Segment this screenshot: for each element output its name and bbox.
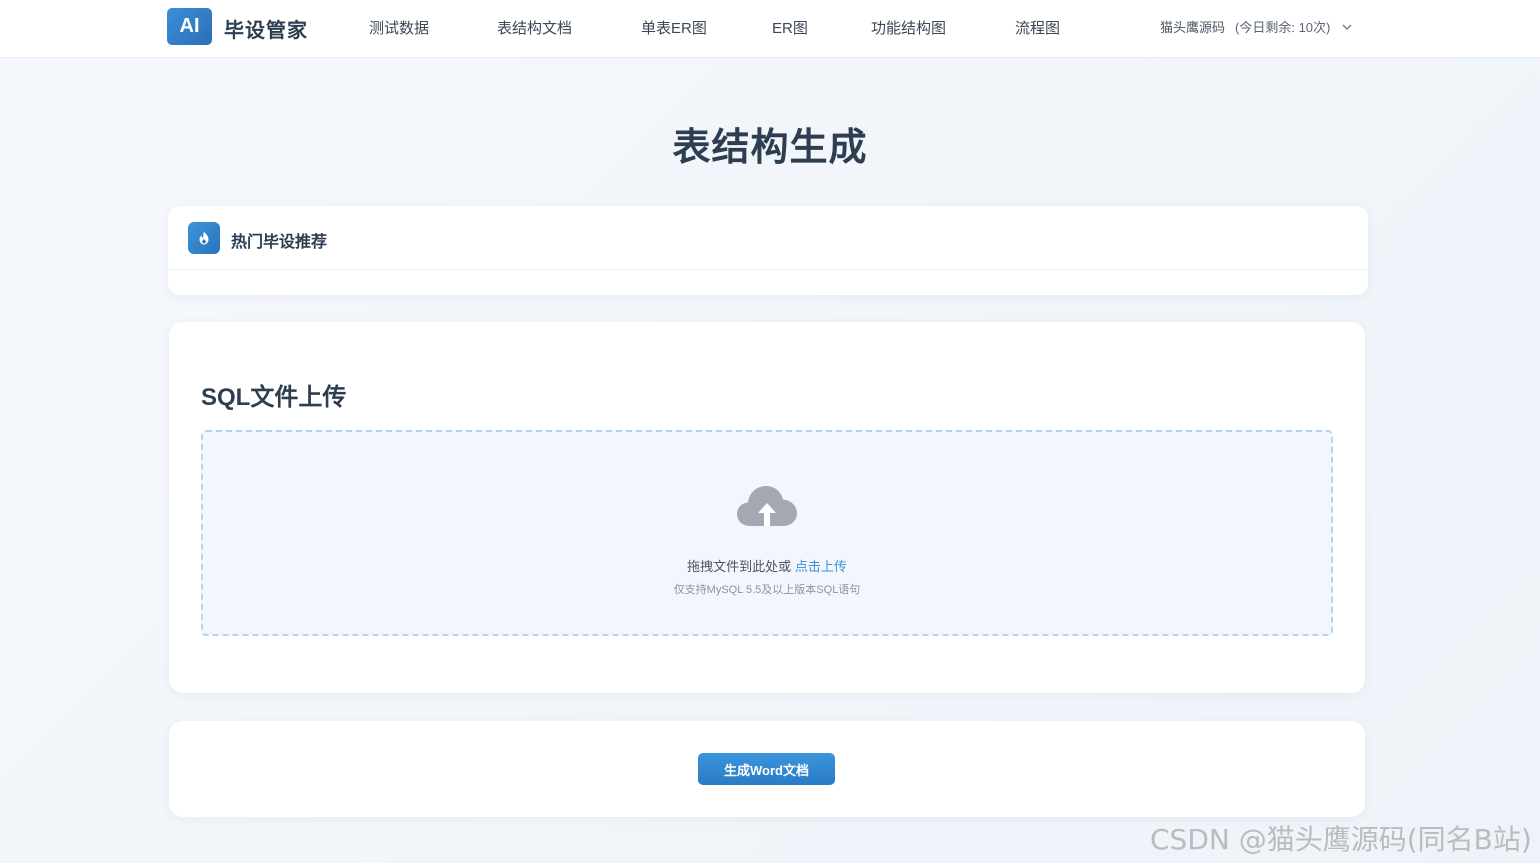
hot-recommend-header[interactable]: 热门毕设推荐 (168, 206, 1368, 270)
logo-badge[interactable]: AI (167, 8, 212, 45)
sql-upload-card: SQL文件上传 拖拽文件到此处或 点击上传 仅支持MySQL 5.5及以上版本S… (169, 322, 1365, 693)
upload-hint: 仅支持MySQL 5.5及以上版本SQL语句 (673, 584, 861, 596)
cloud-upload-icon (737, 486, 797, 526)
hot-recommend-title: 热门毕设推荐 (231, 234, 328, 251)
upload-section-title: SQL文件上传 (201, 384, 347, 411)
nav-item-test-data[interactable]: 测试数据 (369, 17, 429, 38)
nav-item-flowchart[interactable]: 流程图 (1015, 17, 1060, 38)
click-upload-link[interactable]: 点击上传 (795, 559, 847, 574)
hot-recommend-card: 热门毕设推荐 (168, 206, 1368, 295)
file-dropzone[interactable]: 拖拽文件到此处或 点击上传 仅支持MySQL 5.5及以上版本SQL语句 (201, 430, 1333, 636)
nav-item-single-er[interactable]: 单表ER图 (641, 17, 707, 38)
nav-item-table-doc[interactable]: 表结构文档 (497, 17, 572, 38)
user-menu[interactable]: 猫头鹰源码 (今日剩余: 10次) (1160, 17, 1354, 36)
fire-icon (188, 222, 220, 254)
watermark: CSDN @猫头鹰源码(同名B站) (1150, 823, 1532, 856)
nav-item-function-structure[interactable]: 功能结构图 (871, 17, 946, 38)
action-card: 生成Word文档 (169, 721, 1365, 817)
user-quota: (今日剩余: 10次) (1235, 20, 1331, 35)
chevron-down-icon (1342, 24, 1352, 30)
brand-name[interactable]: 毕设管家 (224, 14, 308, 43)
generate-word-button[interactable]: 生成Word文档 (698, 753, 835, 785)
drop-instruction: 拖拽文件到此处或 点击上传 (203, 556, 1331, 575)
page-title: 表结构生成 (672, 127, 868, 169)
nav-item-er[interactable]: ER图 (772, 17, 808, 38)
drop-text: 拖拽文件到此处或 (687, 559, 792, 574)
top-navbar: AI 毕设管家 测试数据 表结构文档 单表ER图 ER图 功能结构图 流程图 猫… (0, 0, 1540, 58)
user-name: 猫头鹰源码 (1160, 20, 1226, 35)
